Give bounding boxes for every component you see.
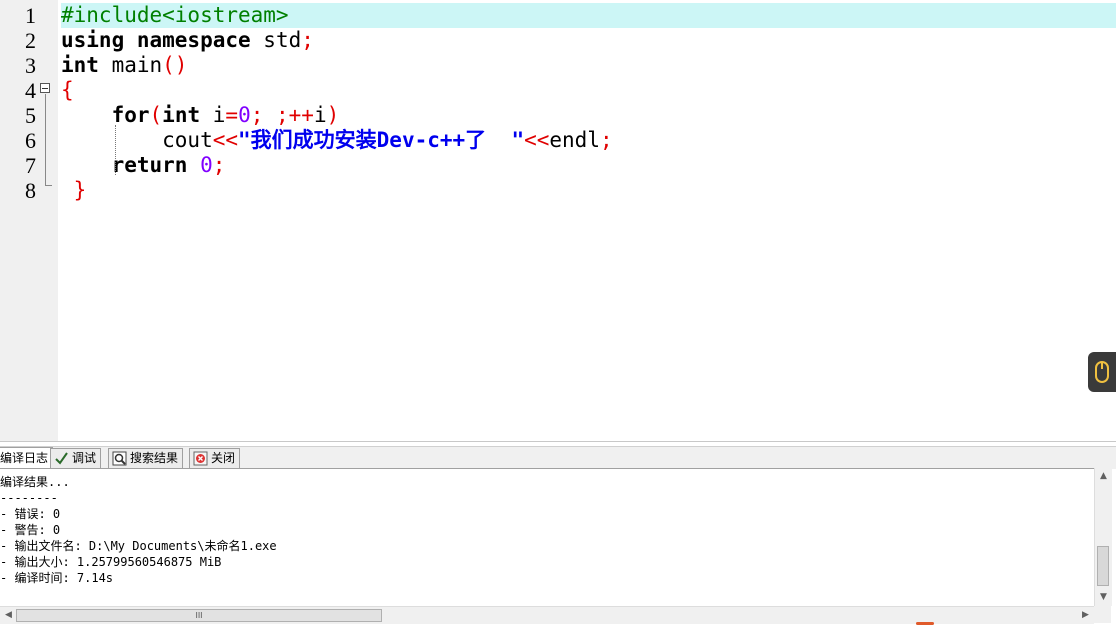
tab-debug[interactable]: 调试: [50, 448, 102, 468]
horizontal-scroll-thumb[interactable]: III: [16, 609, 382, 622]
code-line[interactable]: return 0;: [61, 153, 1116, 178]
vertical-scrollbar[interactable]: ▲ ▼: [1094, 468, 1112, 606]
code-token: 0: [200, 153, 213, 177]
log-line: - 错误: 0: [0, 507, 61, 521]
scroll-right-icon[interactable]: ▶: [1077, 607, 1094, 624]
code-token: for: [111, 103, 150, 127]
annotation-mark: [916, 622, 934, 625]
tab-close[interactable]: 关闭: [189, 448, 241, 468]
line-number: 6: [25, 128, 36, 153]
line-number-gutter: 1 2 3 4 5 6 7 8: [0, 0, 58, 441]
close-icon: [193, 451, 208, 466]
line-number: 2: [25, 28, 36, 53]
log-line: - 输出文件名: D:\My Documents\未命名1.exe: [0, 539, 277, 553]
log-line: 编译结果...: [0, 475, 70, 489]
code-token: ; ;++: [250, 103, 314, 127]
code-token: ): [326, 103, 340, 127]
code-token: {: [61, 78, 74, 102]
code-token: ;: [212, 153, 226, 177]
tab-label: 编译日志: [0, 451, 49, 465]
code-token: }: [61, 178, 87, 202]
line-number: 8: [25, 178, 36, 203]
code-line[interactable]: {: [61, 78, 1116, 103]
code-line[interactable]: using namespace std;: [61, 28, 1116, 53]
checkmark-icon: [54, 451, 69, 466]
code-token: <<: [212, 128, 239, 152]
log-line: --------: [0, 491, 58, 505]
code-token: =: [225, 103, 239, 127]
scroll-left-icon[interactable]: ◀: [0, 607, 17, 624]
tab-label: 关闭: [211, 451, 236, 465]
scroll-up-icon[interactable]: ▲: [1095, 468, 1112, 485]
resize-grip: [1094, 606, 1111, 623]
tab-label: 调试: [72, 451, 97, 465]
scroll-down-icon[interactable]: ▼: [1095, 589, 1112, 606]
indent-guide: [115, 125, 116, 175]
code-token: ;: [599, 128, 613, 152]
tab-compile-log[interactable]: 编译日志: [0, 447, 54, 469]
code-token: int: [61, 53, 99, 77]
tab-search-results[interactable]: 搜索结果: [108, 448, 184, 468]
log-line: - 编译时间: 7.14s: [0, 571, 114, 585]
code-line[interactable]: }: [61, 178, 1116, 203]
line-number: 3: [25, 53, 36, 78]
code-token: (: [149, 103, 163, 127]
fold-guide-end: [45, 185, 52, 186]
code-token: std: [263, 28, 302, 52]
code-token: using namespace: [61, 28, 264, 52]
code-line[interactable]: cout<<"我们成功安装Dev-c++了 "<<endl;: [61, 128, 1116, 153]
line-number: 5: [25, 103, 36, 128]
code-token: return: [111, 153, 188, 177]
tab-label: 搜索结果: [130, 451, 179, 465]
output-tab-bar: 编译日志 调试 搜索结果 关闭: [0, 446, 1116, 469]
compile-log-output[interactable]: 编译结果... -------- - 错误: 0 - 警告: 0 - 输出文件名…: [0, 468, 1094, 607]
line-number: 4: [25, 78, 36, 103]
search-icon: [112, 451, 127, 466]
code-token: i: [200, 103, 226, 127]
mouse-icon: [1095, 361, 1109, 383]
code-line[interactable]: for(int i=0; ;++i): [61, 103, 1116, 128]
log-line: - 输出大小: 1.25799560546875 MiB: [0, 555, 222, 569]
line-number: 7: [25, 153, 36, 178]
code-token: endl: [549, 128, 600, 152]
code-token: 0: [238, 103, 251, 127]
floating-side-button[interactable]: [1088, 352, 1116, 392]
code-token: ;: [301, 28, 314, 52]
code-line[interactable]: #include<iostream>: [61, 3, 1116, 28]
code-line[interactable]: int main(): [61, 53, 1116, 78]
code-token: (): [162, 53, 188, 77]
code-editor[interactable]: 1 2 3 4 5 6 7 8 #include<iostream> using …: [0, 0, 1116, 442]
code-token: #include<iostream>: [61, 3, 289, 27]
line-number: 1: [25, 3, 36, 28]
code-token: "我们成功安装Dev-c++了 ": [238, 128, 525, 152]
fold-guide-line: [45, 94, 46, 186]
fold-collapse-icon[interactable]: [40, 83, 50, 93]
log-line: - 警告: 0: [0, 523, 61, 537]
code-token: i: [313, 103, 327, 127]
vertical-scroll-thumb[interactable]: [1097, 546, 1109, 586]
code-token: cout: [61, 128, 213, 152]
code-token: <<: [524, 128, 550, 152]
code-token: int: [162, 103, 201, 127]
code-token: main: [98, 53, 163, 77]
